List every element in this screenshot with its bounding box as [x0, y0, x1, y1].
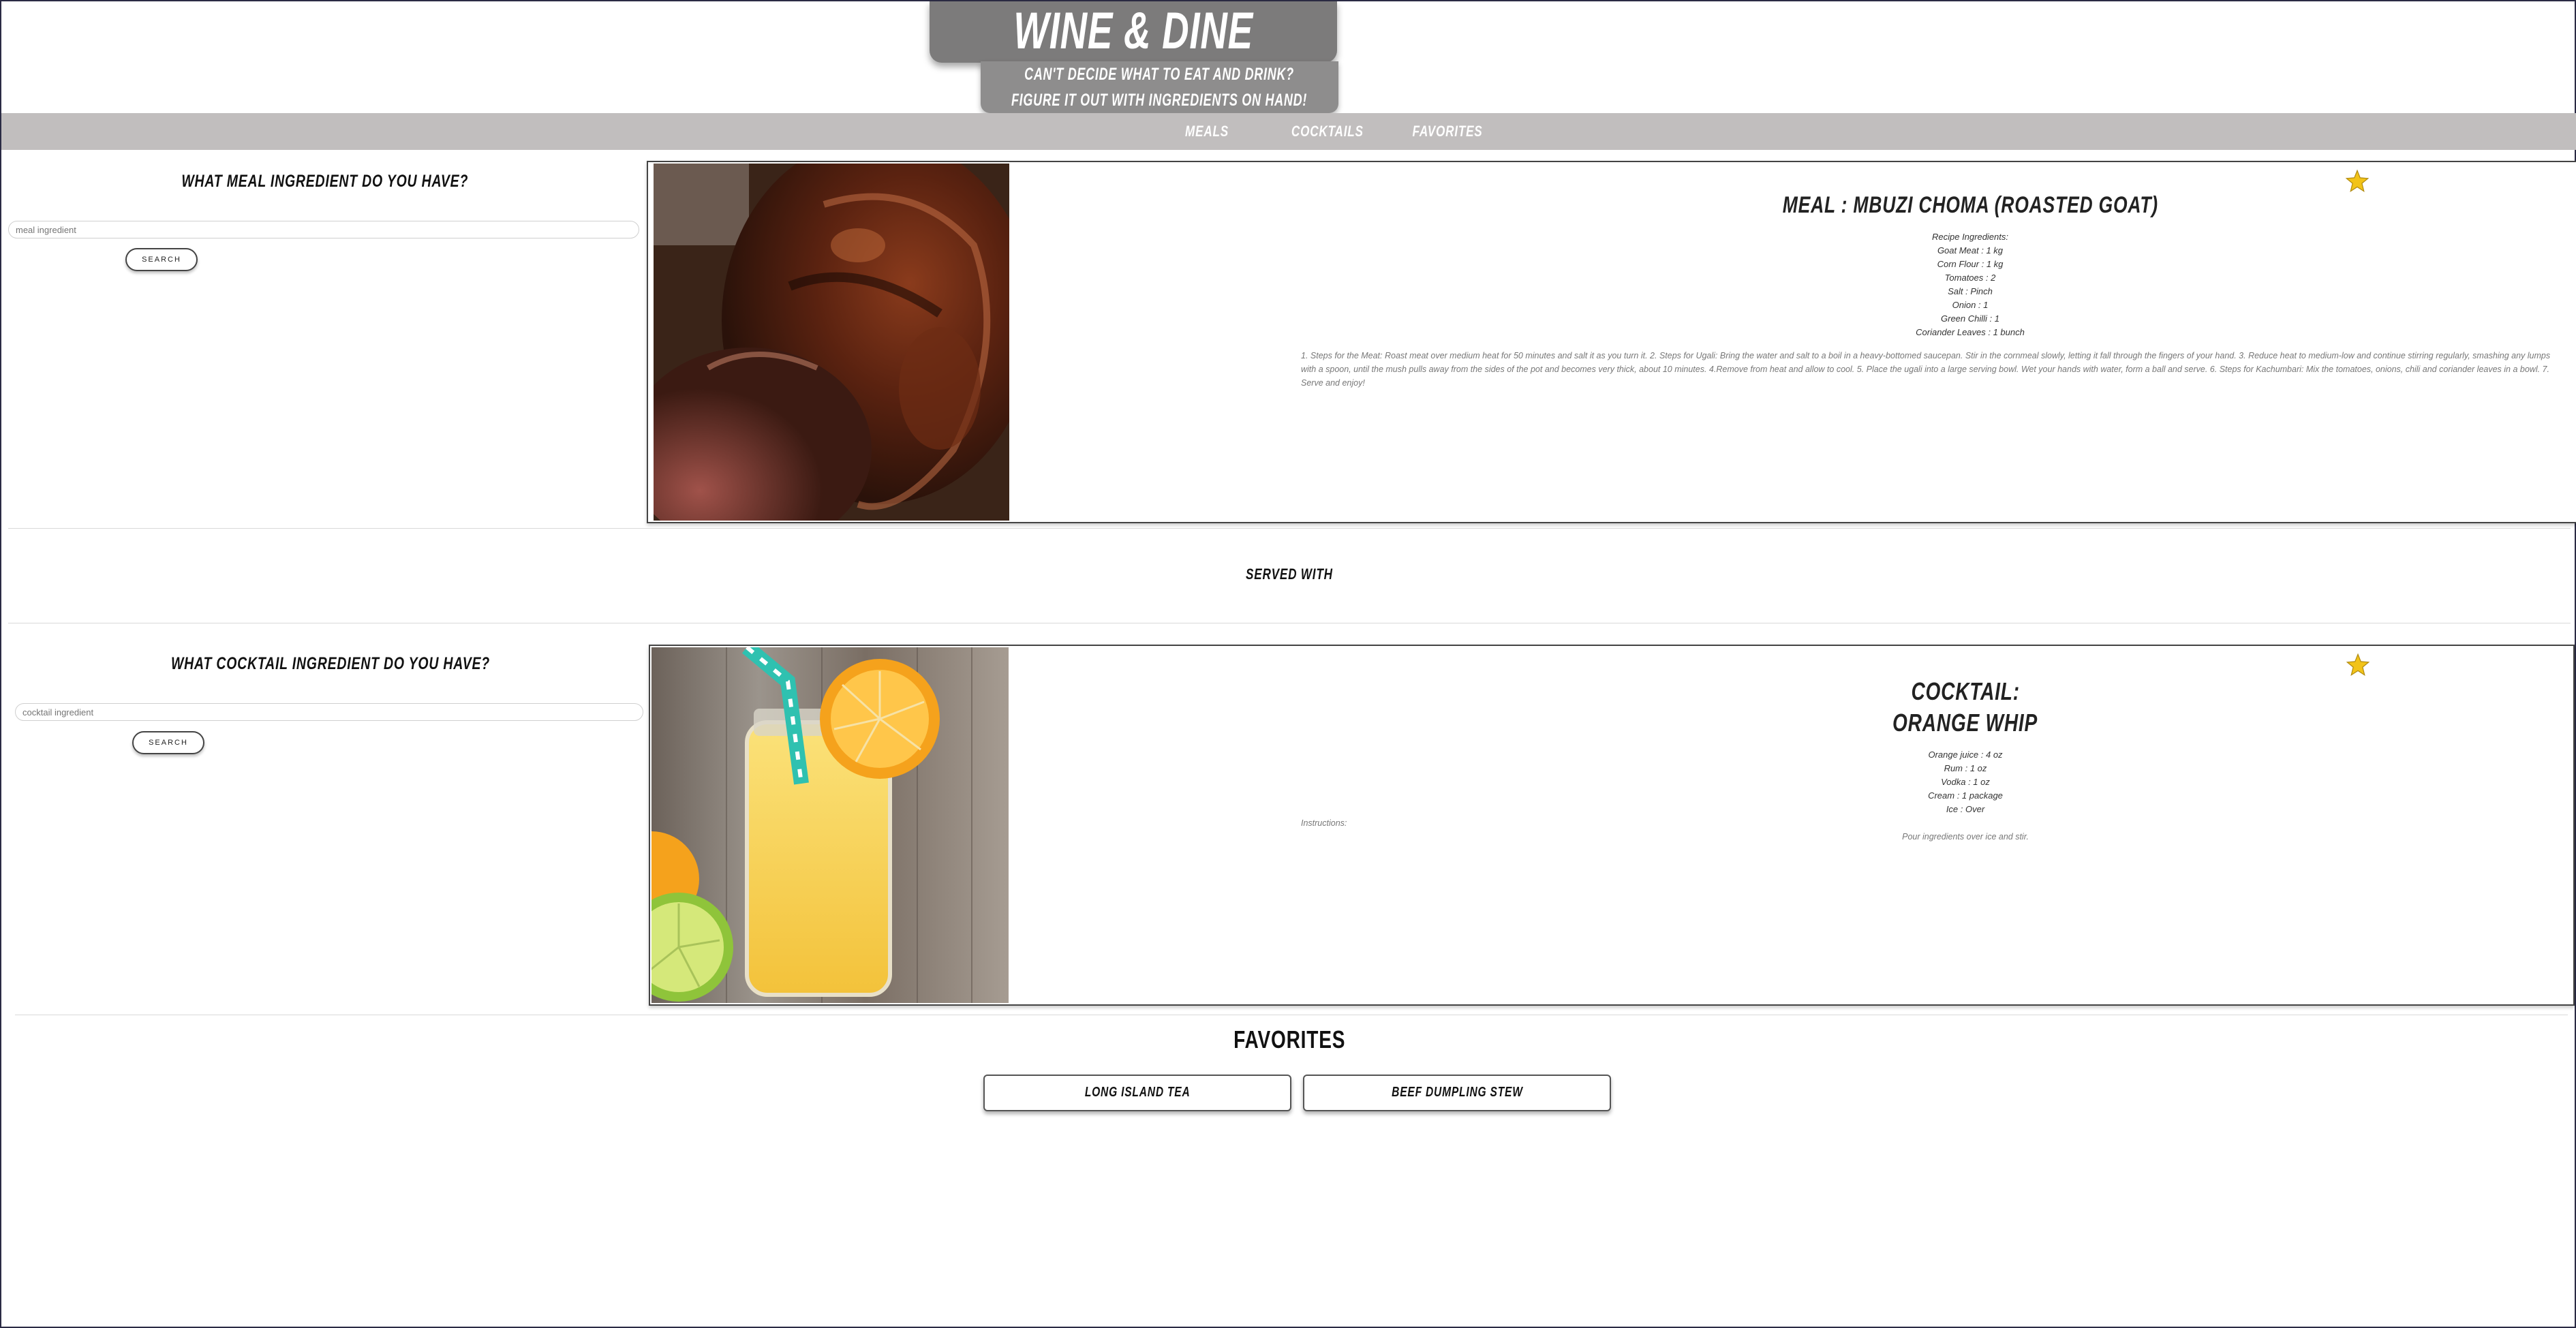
cocktail-search-panel: WHAT COCKTAIL INGREDIENT DO YOU HAVE? [1, 654, 660, 674]
cocktail-instructions: Pour ingredients over ice and stir. [1902, 832, 2029, 841]
site-subtitle: CAN'T DECIDE WHAT TO EAT AND DRINK? FIGU… [1011, 65, 1308, 110]
cocktail-ingredient: Rum : 1 oz [1944, 763, 1987, 773]
cocktail-ingredient-list: Orange juice : 4 oz Rum : 1 oz Vodka : 1… [1727, 748, 2204, 816]
meal-image [654, 164, 1009, 521]
cocktail-title-label: COCKTAIL: [1911, 677, 2020, 705]
divider [8, 528, 2571, 529]
favorite-item-button[interactable]: LONG ISLAND TEA [983, 1075, 1291, 1111]
nav-favorites-link[interactable]: FAVORITES [1413, 123, 1483, 140]
meal-ingredient: Tomatoes : 2 [1944, 273, 1996, 283]
meal-ingredient: Corn Flour : 1 kg [1937, 259, 2004, 269]
served-with-label: SERVED WITH [1246, 566, 1333, 583]
cocktail-search-button[interactable]: SEARCH [132, 731, 204, 754]
meal-favorite-star-icon[interactable] [2345, 169, 2370, 194]
cocktail-ingredient: Vodka : 1 oz [1941, 777, 1990, 787]
nav-cocktails-link[interactable]: COCKTAILS [1291, 123, 1364, 140]
meal-ingredients-label: Recipe Ingredients: [1931, 232, 2008, 242]
site-subtitle-banner: CAN'T DECIDE WHAT TO EAT AND DRINK? FIGU… [981, 61, 1338, 113]
cocktail-ingredient: Orange juice : 4 oz [1928, 750, 2003, 760]
meal-ingredient: Green Chilli : 1 [1941, 313, 1999, 324]
cocktail-ingredient: Cream : 1 package [1928, 790, 2003, 801]
cocktail-image [651, 647, 1009, 1003]
cocktail-instructions-label: Instructions: [1301, 818, 1347, 828]
cocktail-ingredient: Ice : Over [1946, 804, 1985, 814]
favorite-item-button[interactable]: BEEF DUMPLING STEW [1303, 1075, 1611, 1111]
favorite-item-label: LONG ISLAND TEA [1084, 1085, 1191, 1100]
meal-ingredient: Goat Meat : 1 kg [1937, 245, 2004, 256]
meal-search-input[interactable] [8, 221, 639, 238]
cocktail-card: COCKTAIL: ORANGE WHIP Orange juice : 4 o… [649, 645, 2575, 1006]
site-title-banner: WINE & DINE [930, 1, 1337, 63]
meal-ingredient: Salt : Pinch [1948, 286, 1993, 296]
meal-card: MEAL : MBUZI CHOMA (ROASTED GOAT) Recipe… [647, 161, 2576, 523]
nav-meals-link[interactable]: MEALS [1185, 123, 1229, 140]
favorite-item-label: BEEF DUMPLING STEW [1391, 1085, 1523, 1100]
meal-search-panel: WHAT MEAL INGREDIENT DO YOU HAVE? [1, 172, 649, 191]
cocktail-favorite-star-icon[interactable] [2346, 653, 2370, 677]
favorites-heading: FAVORITES [1233, 1025, 1346, 1053]
navbar: MEALS COCKTAILS FAVORITES [1, 113, 2576, 150]
meal-ingredient-list: Recipe Ingredients: Goat Meat : 1 kg Cor… [1698, 230, 2243, 339]
cocktail-search-heading: WHAT COCKTAIL INGREDIENT DO YOU HAVE? [171, 654, 490, 673]
meal-ingredient: Coriander Leaves : 1 bunch [1916, 327, 2025, 337]
meal-search-button[interactable]: SEARCH [125, 248, 198, 271]
cocktail-search-input[interactable] [15, 703, 643, 721]
meal-ingredient: Onion : 1 [1952, 300, 1989, 310]
meal-search-heading: WHAT MEAL INGREDIENT DO YOU HAVE? [181, 172, 469, 191]
meal-instructions: 1. Steps for the Meat: Roast meat over m… [1301, 351, 2551, 388]
cocktail-title-name: ORANGE WHIP [1892, 709, 2038, 737]
site-title: WINE & DINE [1013, 2, 1253, 60]
meal-title: MEAL : MBUZI CHOMA (ROASTED GOAT) [1782, 192, 2158, 218]
